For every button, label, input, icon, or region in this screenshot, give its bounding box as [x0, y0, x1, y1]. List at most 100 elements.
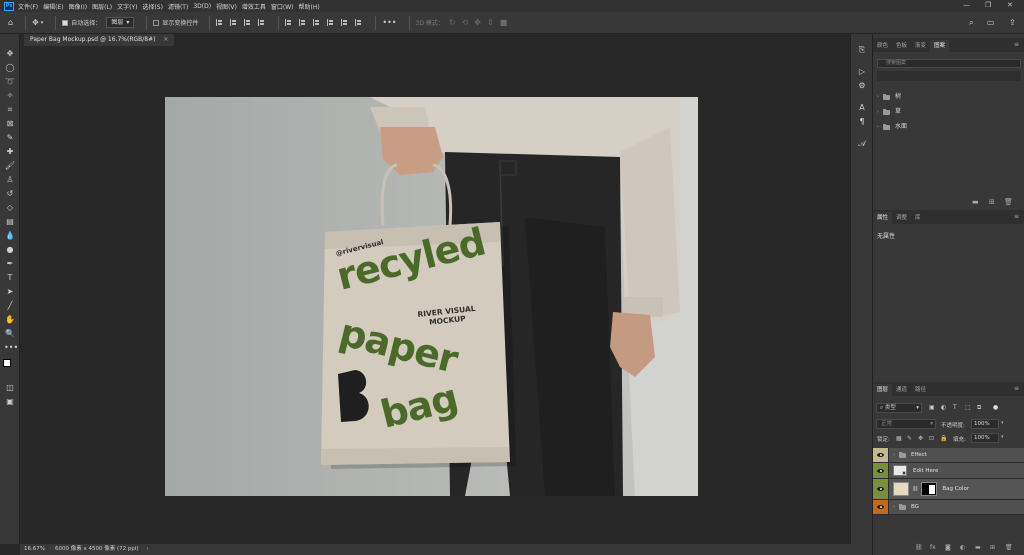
screen-mode-icon[interactable]: ▣	[4, 396, 16, 408]
pattern-group-water[interactable]: › 水面	[877, 120, 1021, 134]
marquee-tool-icon[interactable]: ◯	[4, 62, 16, 74]
3d-pan-icon[interactable]: ✥	[474, 18, 481, 27]
menu-file[interactable]: 文件(F)	[18, 2, 38, 11]
new-group-icon[interactable]: ▬	[972, 198, 979, 206]
canvas-area[interactable]: @rivervisual recyled paper bag RIVER VIS…	[20, 46, 850, 544]
distribute-vcenter-icon[interactable]	[299, 19, 307, 26]
tab-adjustments[interactable]: 调整	[892, 212, 911, 224]
menu-3d[interactable]: 3D(D)	[193, 3, 211, 10]
3d-rotate-icon[interactable]: ↻	[449, 18, 456, 27]
magic-wand-icon[interactable]: ✧	[4, 90, 16, 102]
adjustments-icon[interactable]: ⚙	[856, 80, 868, 92]
menu-layer[interactable]: 图层(L)	[92, 2, 112, 11]
path-selection-icon[interactable]: ➤	[4, 286, 16, 298]
align-right-icon[interactable]	[244, 19, 252, 26]
home-icon[interactable]: ⌂	[8, 18, 13, 27]
panel-menu-icon[interactable]: ≡	[1014, 213, 1019, 220]
history-brush-icon[interactable]: ↺	[4, 188, 16, 200]
history-icon[interactable]: ⎘	[856, 44, 868, 56]
menu-view[interactable]: 视图(V)	[216, 2, 237, 11]
menu-window[interactable]: 窗口(W)	[271, 2, 294, 11]
share-icon[interactable]: ⇪	[1009, 18, 1016, 27]
minimize-icon[interactable]: —	[963, 1, 970, 9]
status-menu-arrow[interactable]: ›	[147, 544, 149, 555]
tab-paths[interactable]: 路径	[911, 384, 930, 396]
distribute-top-icon[interactable]	[285, 19, 293, 26]
trash-icon[interactable]: 🗑	[1004, 198, 1013, 206]
zoom-level[interactable]: 16.67%	[24, 544, 45, 555]
lock-artboard-icon[interactable]: ⊡	[929, 435, 934, 442]
align-center-icon[interactable]	[230, 19, 238, 26]
clone-stamp-icon[interactable]: ♙	[4, 174, 16, 186]
character-icon[interactable]: A	[856, 102, 868, 114]
filter-type-icon[interactable]: T	[953, 404, 957, 411]
align-top-icon[interactable]	[258, 19, 266, 26]
visibility-toggle[interactable]	[873, 448, 889, 462]
trash-icon[interactable]: 🗑	[1005, 544, 1013, 551]
layer-row-effect[interactable]: › Effect	[873, 448, 1024, 463]
zoom-tool-icon[interactable]: 🔍	[4, 328, 16, 340]
tab-libraries[interactable]: 库	[911, 212, 925, 224]
align-left-icon[interactable]	[216, 19, 224, 26]
tab-swatches[interactable]: 色板	[892, 40, 911, 52]
menu-type[interactable]: 文字(Y)	[117, 2, 137, 11]
filter-adjustment-icon[interactable]: ◐	[941, 404, 946, 411]
auto-select-checkbox[interactable]	[62, 19, 69, 26]
menu-filter[interactable]: 滤镜(T)	[168, 2, 188, 11]
tab-color[interactable]: 颜色	[873, 40, 892, 52]
panel-menu-icon[interactable]: ≡	[1014, 385, 1019, 392]
tab-properties[interactable]: 属性	[873, 212, 893, 224]
lasso-tool-icon[interactable]: ➰	[4, 76, 16, 88]
lock-pixels-icon[interactable]: ✎	[907, 435, 912, 442]
tab-layers[interactable]: 图层	[873, 384, 893, 396]
chevron-down-icon[interactable]: ▾	[1001, 420, 1004, 426]
fill-input[interactable]: 100%	[971, 433, 999, 443]
link-icon[interactable]: ⛓	[912, 486, 918, 492]
dodge-tool-icon[interactable]: ●	[4, 244, 16, 256]
eraser-tool-icon[interactable]: ◇	[4, 202, 16, 214]
pattern-group-tree[interactable]: › 树	[877, 90, 1021, 104]
show-transform-checkbox[interactable]	[153, 19, 160, 26]
new-pattern-icon[interactable]: ⊞	[989, 198, 995, 206]
lock-position-icon[interactable]: ✥	[918, 435, 923, 442]
distribute-bottom-icon[interactable]	[313, 19, 321, 26]
pen-tool-icon[interactable]: ✒	[4, 258, 16, 270]
type-tool-icon[interactable]: T	[4, 272, 16, 284]
distribute-right-icon[interactable]	[355, 19, 363, 26]
menu-help[interactable]: 帮助(H)	[299, 2, 320, 11]
document-tab[interactable]: Paper Bag Mockup.psd @ 16.7%(RGB/8#) ×	[24, 34, 175, 46]
eyedropper-icon[interactable]: ✎	[4, 132, 16, 144]
crop-tool-icon[interactable]: ⌗	[4, 104, 16, 116]
visibility-toggle[interactable]	[873, 500, 889, 514]
link-layers-icon[interactable]: ⛓	[915, 544, 923, 551]
photoshop-logo[interactable]: Ps	[4, 1, 14, 11]
frame-tool-icon[interactable]: ⊠	[4, 118, 16, 130]
lock-all-icon[interactable]: 🔒	[940, 435, 947, 442]
layer-style-icon[interactable]: fx	[930, 544, 936, 551]
paragraph-icon[interactable]: ¶	[856, 116, 868, 128]
chevron-down-icon[interactable]: ▾	[41, 20, 44, 26]
healing-brush-icon[interactable]: ✚	[4, 146, 16, 158]
filter-shape-icon[interactable]: ⬚	[965, 404, 971, 411]
new-layer-icon[interactable]: ⊞	[990, 544, 995, 551]
visibility-toggle[interactable]	[873, 463, 889, 478]
layer-row-edit-here[interactable]: ▣ Edit Here	[873, 463, 1024, 479]
panel-menu-icon[interactable]: ≡	[1014, 41, 1019, 48]
tab-patterns[interactable]: 图案	[930, 40, 950, 52]
distribute-hcenter-icon[interactable]	[341, 19, 349, 26]
3d-slide-icon[interactable]: ⇕	[487, 18, 494, 27]
tab-channels[interactable]: 通道	[892, 384, 911, 396]
blend-mode-dropdown[interactable]: 正常 ▾	[876, 419, 936, 429]
pattern-search-input[interactable]: 搜索图案	[877, 59, 1021, 68]
line-tool-icon[interactable]: ╱	[4, 300, 16, 312]
restore-icon[interactable]: ❐	[985, 1, 991, 9]
menu-image[interactable]: 图像(I)	[69, 2, 87, 11]
document-canvas[interactable]: @rivervisual recyled paper bag RIVER VIS…	[165, 97, 698, 496]
filter-toggle-icon[interactable]: ●	[993, 404, 998, 411]
filter-smart-object-icon[interactable]: ⧉	[977, 404, 981, 412]
move-tool-icon[interactable]: ✥	[4, 48, 16, 60]
search-icon[interactable]: ⌕	[969, 18, 973, 28]
visibility-toggle[interactable]	[873, 479, 889, 499]
layer-row-bg[interactable]: › BG	[873, 500, 1024, 515]
3d-roll-icon[interactable]: ⟲	[462, 18, 469, 27]
